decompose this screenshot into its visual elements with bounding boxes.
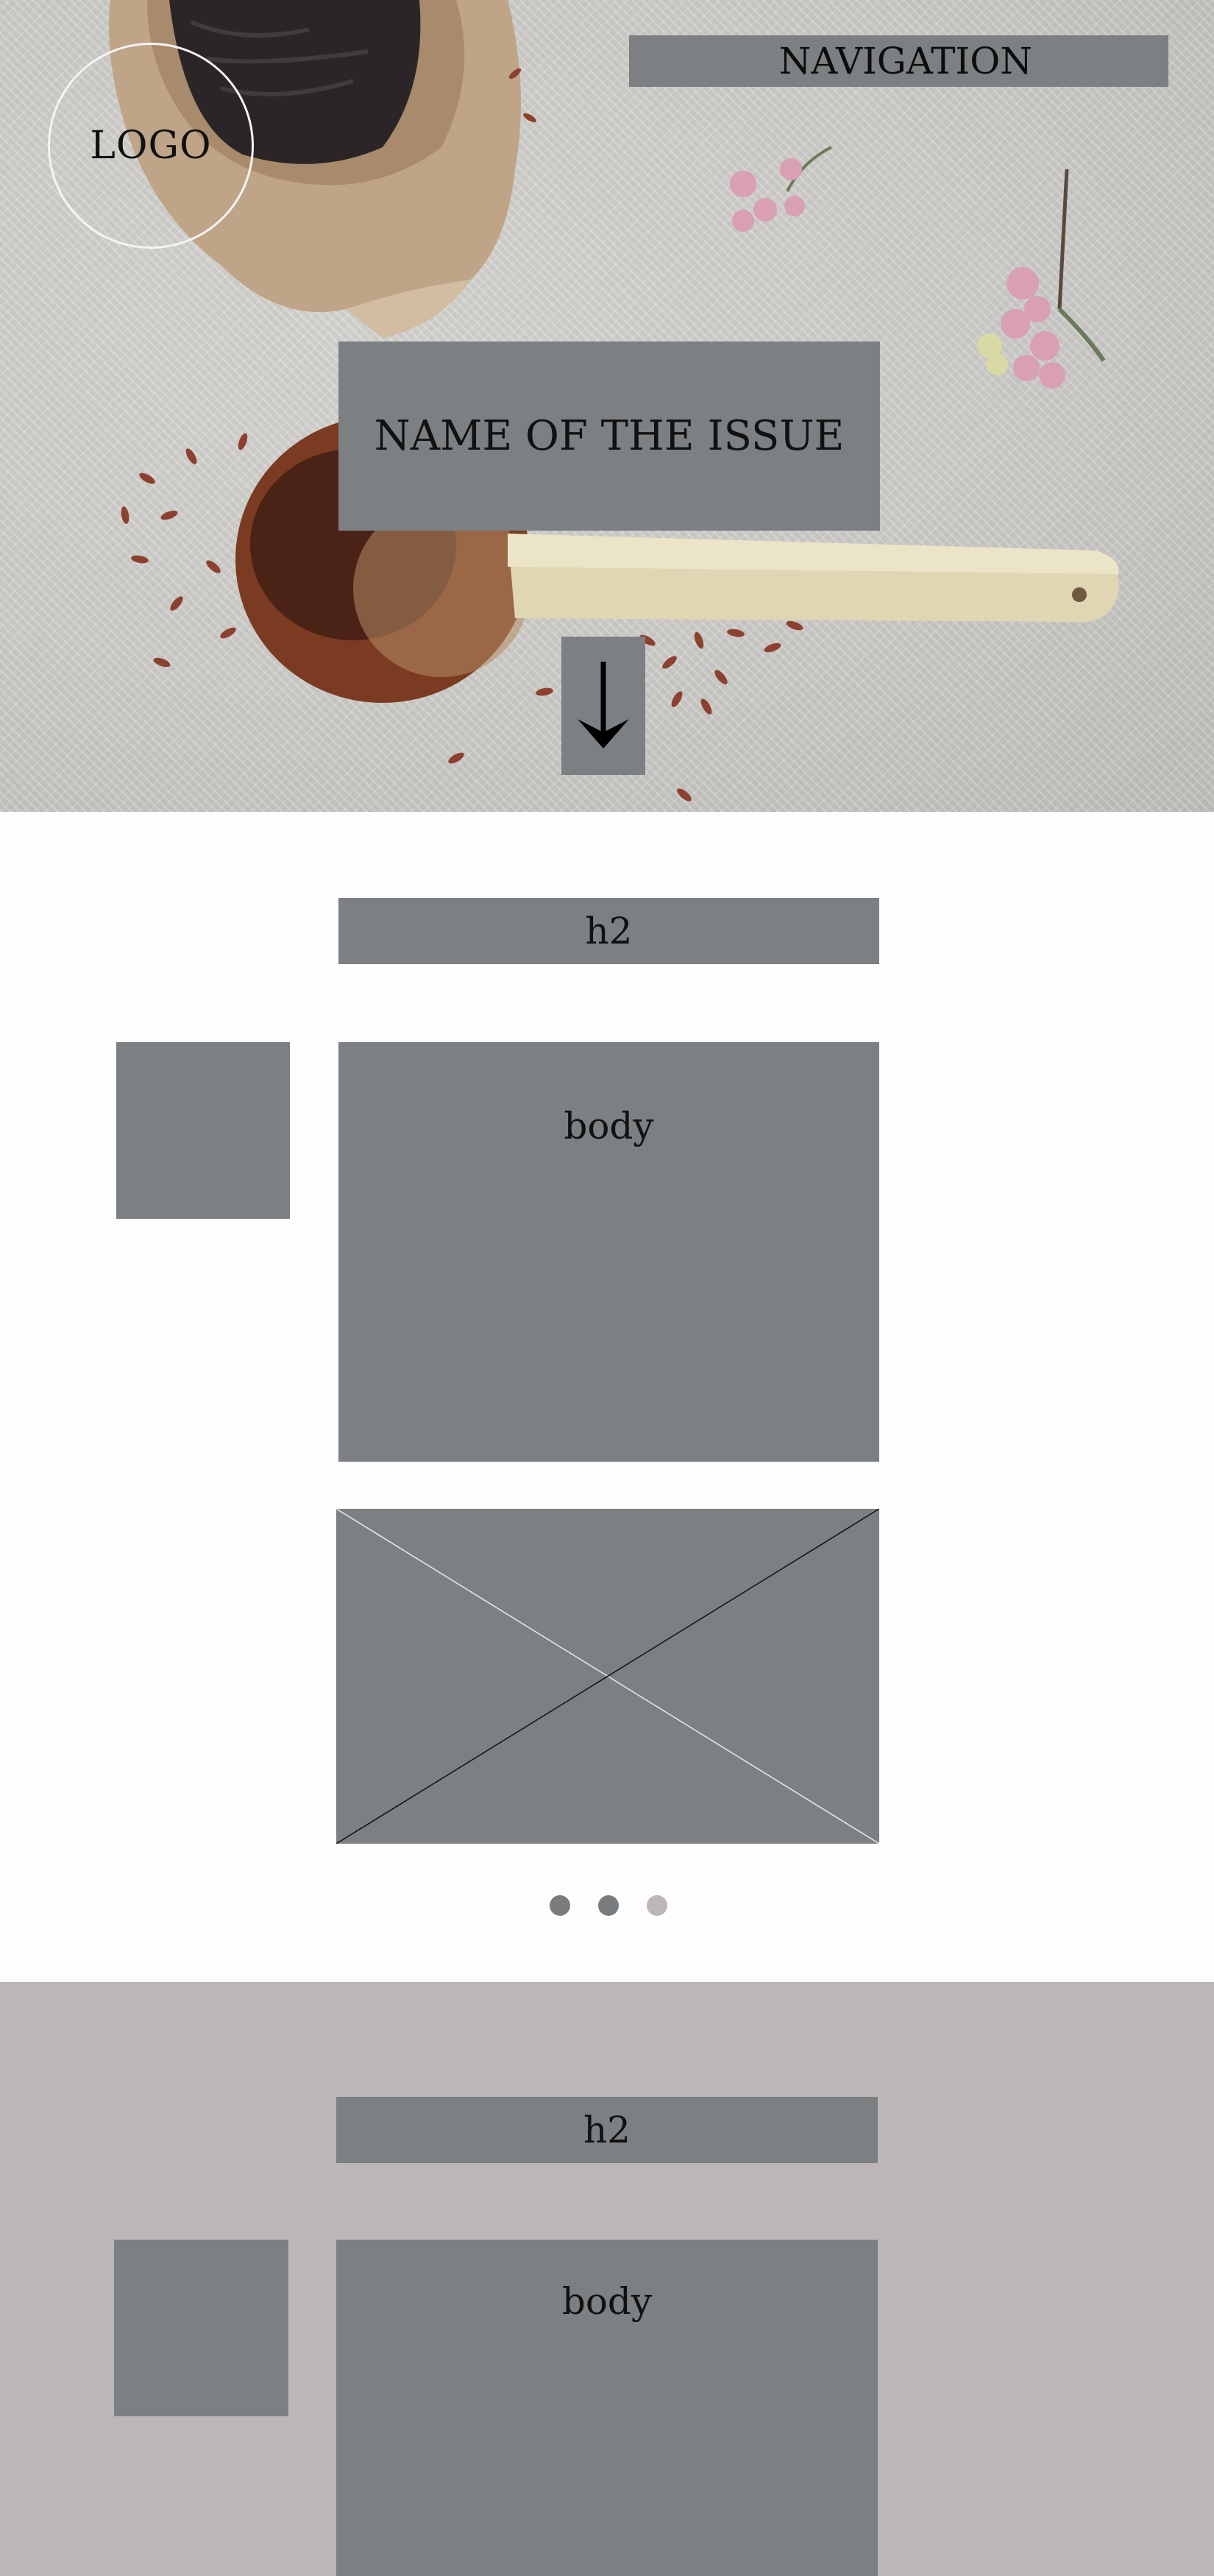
section2-body: body [561,2280,653,2323]
navigation-bar[interactable]: NAVIGATION [629,35,1168,87]
slider-dot-1[interactable] [550,1895,570,1916]
logo[interactable]: LOGO [48,43,254,249]
issue-title-box: NAME OF THE ISSUE [338,342,880,531]
scroll-down-button[interactable] [561,637,645,775]
section1-heading-box: h2 [338,898,879,964]
logo-text: LOGO [90,124,212,168]
section1-side-image [116,1042,290,1219]
section2-heading-box: h2 [336,2097,878,2163]
section1-heading: h2 [585,910,633,952]
image-slider[interactable] [336,1509,879,1844]
section2-heading: h2 [583,2109,631,2151]
slider-dot-2[interactable] [598,1895,619,1916]
section1-body-box: body [338,1042,879,1462]
section2-body-box: body [336,2240,878,2576]
issue-title: NAME OF THE ISSUE [374,412,845,460]
arrow-down-icon [578,662,629,749]
image-placeholder-icon [336,1509,879,1844]
section2-side-image [114,2240,288,2416]
navigation-label: NAVIGATION [778,40,1032,82]
slider-dot-3[interactable] [647,1895,667,1916]
section1-body: body [564,1105,654,1147]
